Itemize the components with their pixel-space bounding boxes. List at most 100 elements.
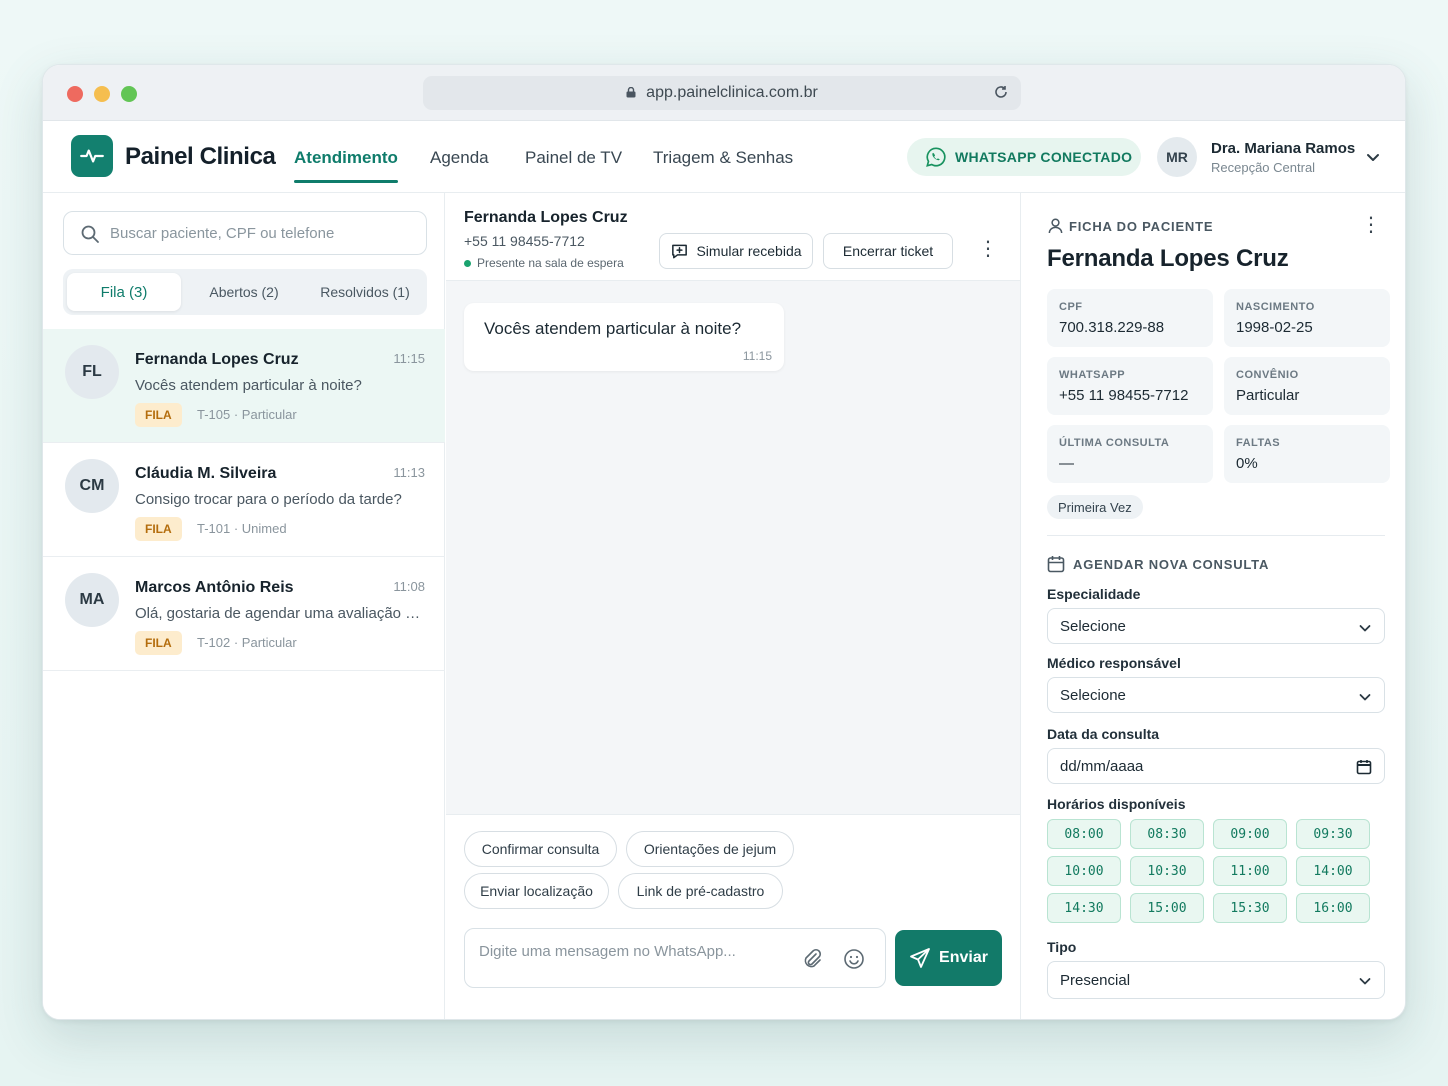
maximize-window-button[interactable] (121, 86, 137, 102)
conversation-item[interactable]: CM Cláudia M. Silveira 11:13 Consigo tro… (43, 443, 445, 557)
status-badge: FILA (135, 517, 182, 541)
ticket-meta: T-101 · Unimed (197, 521, 287, 536)
time-slot-button[interactable]: 15:00 (1130, 893, 1204, 923)
status-badge: FILA (135, 403, 182, 427)
field-label: CPF (1059, 301, 1083, 313)
field-value: 700.318.229-88 (1059, 319, 1165, 336)
message-text: Vocês atendem particular à noite? (484, 319, 742, 338)
paperclip-icon[interactable] (801, 948, 823, 970)
field-value: Particular (1236, 387, 1300, 404)
time-slot-button[interactable]: 14:00 (1296, 856, 1370, 886)
send-icon (910, 948, 930, 968)
chat-contact-phone: +55 11 98455-7712 (464, 233, 585, 249)
calendar-icon (1047, 556, 1065, 573)
nav-tab-triagem[interactable]: Triagem & Senhas (653, 148, 793, 168)
field-value: — (1059, 455, 1074, 472)
field-label: ÚLTIMA CONSULTA (1059, 437, 1170, 449)
quick-reply-chip[interactable]: Enviar localização (464, 873, 609, 909)
incoming-message: Vocês atendem particular à noite? 11:15 (464, 303, 784, 371)
time-slot-button[interactable]: 09:00 (1213, 819, 1287, 849)
reload-icon[interactable] (993, 84, 1009, 100)
message-time: 11:13 (393, 465, 425, 480)
chevron-down-icon (1359, 625, 1371, 632)
chevron-down-icon[interactable] (1365, 149, 1381, 165)
field-label: FALTAS (1236, 437, 1281, 449)
time-slot-button[interactable]: 08:00 (1047, 819, 1121, 849)
conversation-item[interactable]: MA Marcos Antônio Reis 11:08 Olá, gostar… (43, 557, 445, 671)
tab-fila[interactable]: Fila (3) (67, 273, 181, 311)
quick-reply-chip[interactable]: Orientações de jejum (626, 831, 794, 867)
patient-field-card: WHATSAPP +55 11 98455-7712 (1047, 357, 1213, 415)
time-slot-button[interactable]: 08:30 (1130, 819, 1204, 849)
time-slot-button[interactable]: 16:00 (1296, 893, 1370, 923)
emoji-icon[interactable] (843, 948, 865, 970)
message-preview: Olá, gostaria de agendar uma avaliação c… (135, 605, 427, 622)
whatsapp-icon (926, 147, 946, 167)
send-button[interactable]: Enviar (895, 930, 1002, 986)
tab-resolvidos[interactable]: Resolvidos (1) (307, 273, 423, 311)
field-value: +55 11 98455-7712 (1059, 387, 1189, 404)
time-slot-button[interactable]: 09:30 (1296, 819, 1370, 849)
avatar: MA (65, 573, 119, 627)
nav-tab-agenda[interactable]: Agenda (430, 148, 489, 168)
time-slot-button[interactable]: 11:00 (1213, 856, 1287, 886)
chat-panel: Fernanda Lopes Cruz +55 11 98455-7712 Pr… (446, 193, 1020, 1019)
specialty-select[interactable]: Selecione (1047, 608, 1385, 644)
minimize-window-button[interactable] (94, 86, 110, 102)
status-badge: FILA (135, 631, 182, 655)
queue-tabs: Fila (3) Abertos (2) Resolvidos (1) (63, 269, 427, 315)
message-input[interactable]: Digite uma mensagem no WhatsApp... (464, 928, 886, 988)
nav-tab-painel-tv[interactable]: Painel de TV (525, 148, 622, 168)
search-placeholder: Buscar paciente, CPF ou telefone (110, 224, 335, 242)
contact-name: Fernanda Lopes Cruz (135, 351, 299, 368)
message-placeholder: Digite uma mensagem no WhatsApp... (479, 943, 736, 960)
simulate-received-button[interactable]: Simular recebida (659, 233, 813, 269)
patient-field-card: FALTAS 0% (1224, 425, 1390, 483)
time-slot-button[interactable]: 10:30 (1130, 856, 1204, 886)
patient-field-card: ÚLTIMA CONSULTA — (1047, 425, 1213, 483)
chevron-down-icon (1359, 978, 1371, 985)
patient-section-title: FICHA DO PACIENTE (1069, 219, 1214, 234)
chat-contact-name: Fernanda Lopes Cruz (464, 209, 628, 226)
quick-reply-chip[interactable]: Confirmar consulta (464, 831, 617, 867)
patient-name: Fernanda Lopes Cruz (1047, 245, 1289, 272)
url-text: app.painelclinica.com.br (646, 84, 818, 101)
time-slot-button[interactable]: 14:30 (1047, 893, 1121, 923)
app-logo[interactable] (71, 135, 113, 177)
user-avatar[interactable]: MR (1157, 137, 1197, 177)
field-value: 0% (1236, 455, 1258, 472)
more-options-icon[interactable]: ⋮ (1361, 215, 1381, 235)
browser-chrome: app.painelclinica.com.br (43, 65, 1405, 121)
search-input[interactable]: Buscar paciente, CPF ou telefone (63, 211, 427, 255)
message-time: 11:08 (393, 579, 425, 594)
message-preview: Vocês atendem particular à noite? (135, 377, 362, 394)
time-slot-button[interactable]: 10:00 (1047, 856, 1121, 886)
user-icon (1048, 218, 1063, 234)
patient-field-card: CPF 700.318.229-88 (1047, 289, 1213, 347)
message-plus-icon (672, 244, 688, 258)
tab-abertos[interactable]: Abertos (2) (187, 273, 301, 311)
nav-tab-atendimento[interactable]: Atendimento (294, 148, 398, 183)
doctor-value: Selecione (1060, 686, 1126, 704)
patient-tag: Primeira Vez (1047, 495, 1143, 519)
send-label: Enviar (939, 949, 988, 966)
conversation-item[interactable]: FL Fernanda Lopes Cruz 11:15 Vocês atend… (43, 329, 445, 443)
date-label: Data da consulta (1047, 726, 1160, 742)
close-window-button[interactable] (67, 86, 83, 102)
date-input[interactable]: dd/mm/aaaa (1047, 748, 1385, 784)
message-time: 11:15 (393, 351, 425, 366)
calendar-icon[interactable] (1356, 759, 1372, 775)
close-ticket-button[interactable]: Encerrar ticket (823, 233, 953, 269)
quick-reply-chip[interactable]: Link de pré-cadastro (618, 873, 783, 909)
type-select[interactable]: Presencial (1047, 961, 1385, 999)
address-bar[interactable]: app.painelclinica.com.br (423, 76, 1021, 110)
presence-text: Presente na sala de espera (477, 256, 624, 270)
avatar: FL (65, 345, 119, 399)
simulate-label: Simular recebida (696, 243, 802, 259)
avatar: CM (65, 459, 119, 513)
presence-status: Presente na sala de espera (464, 256, 624, 270)
time-slot-button[interactable]: 15:30 (1213, 893, 1287, 923)
doctor-select[interactable]: Selecione (1047, 677, 1385, 713)
conversation-list-panel: Buscar paciente, CPF ou telefone Fila (3… (43, 193, 445, 1019)
more-options-icon[interactable]: ⋮ (978, 239, 998, 259)
